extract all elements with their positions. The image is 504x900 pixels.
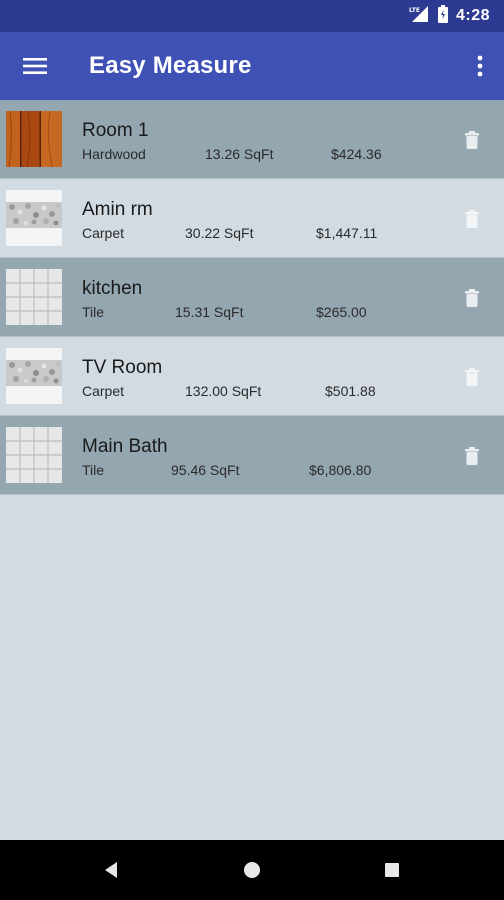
room-area: 30.22 SqFt <box>185 225 254 241</box>
app-title: Easy Measure <box>89 52 252 79</box>
room-cost: $424.36 <box>331 146 382 162</box>
room-name: Main Bath <box>82 436 168 457</box>
room-area: 15.31 SqFt <box>175 304 244 320</box>
room-area: 132.00 SqFt <box>185 383 262 399</box>
room-cost: $1,447.11 <box>316 225 378 241</box>
app-bar: Easy Measure <box>0 32 504 100</box>
trash-icon[interactable] <box>462 287 482 309</box>
room-name: kitchen <box>82 278 143 299</box>
trash-icon[interactable] <box>462 129 482 151</box>
status-time: 4:28 <box>455 7 490 24</box>
trash-icon[interactable] <box>462 366 482 388</box>
back-icon[interactable] <box>100 858 124 882</box>
carpet-texture-thumbnail <box>6 190 62 246</box>
room-cost: $265.00 <box>316 304 367 320</box>
battery-icon <box>437 4 448 28</box>
floor-type: Hardwood <box>82 146 146 162</box>
status-bar: LTE 4:28 <box>0 0 504 32</box>
more-vert-icon[interactable] <box>468 50 492 82</box>
hardwood-texture-thumbnail <box>6 110 62 168</box>
room-area: 13.26 SqFt <box>205 146 274 162</box>
room-row[interactable]: TV Room Carpet 132.00 SqFt $501.88 <box>0 337 504 416</box>
floor-type: Tile <box>82 304 105 320</box>
recents-icon[interactable] <box>380 858 404 882</box>
room-row[interactable]: Room 1 Hardwood 13.26 SqFt $424.36 <box>0 100 504 179</box>
room-row[interactable]: Amin rm Carpet 30.22 SqFt $1,447.11 <box>0 179 504 258</box>
room-row[interactable]: kitchen Tile 15.31 SqFt $265.00 <box>0 258 504 337</box>
tile-texture-thumbnail <box>6 269 62 325</box>
home-icon[interactable] <box>240 858 264 882</box>
lte-signal-icon: LTE <box>408 5 430 28</box>
room-cost: $6,806.80 <box>309 462 372 478</box>
trash-icon[interactable] <box>462 208 482 230</box>
room-name: Room 1 <box>82 120 149 141</box>
svg-text:LTE: LTE <box>409 7 420 14</box>
room-list: Room 1 Hardwood 13.26 SqFt $424.36 Amin … <box>0 100 504 495</box>
tile-texture-thumbnail <box>6 427 62 483</box>
room-cost: $501.88 <box>325 383 376 399</box>
carpet-texture-thumbnail <box>6 348 62 404</box>
trash-icon[interactable] <box>462 445 482 467</box>
room-row[interactable]: Main Bath Tile 95.46 SqFt $6,806.80 <box>0 416 504 495</box>
status-icons: LTE 4:28 <box>408 0 490 32</box>
floor-type: Carpet <box>82 383 125 399</box>
room-area: 95.46 SqFt <box>171 462 240 478</box>
room-name: Amin rm <box>82 199 153 220</box>
floor-type: Tile <box>82 462 105 478</box>
system-navigation-bar <box>0 840 504 900</box>
floor-type: Carpet <box>82 225 125 241</box>
hamburger-menu-icon[interactable] <box>18 50 52 82</box>
room-name: TV Room <box>82 357 163 378</box>
